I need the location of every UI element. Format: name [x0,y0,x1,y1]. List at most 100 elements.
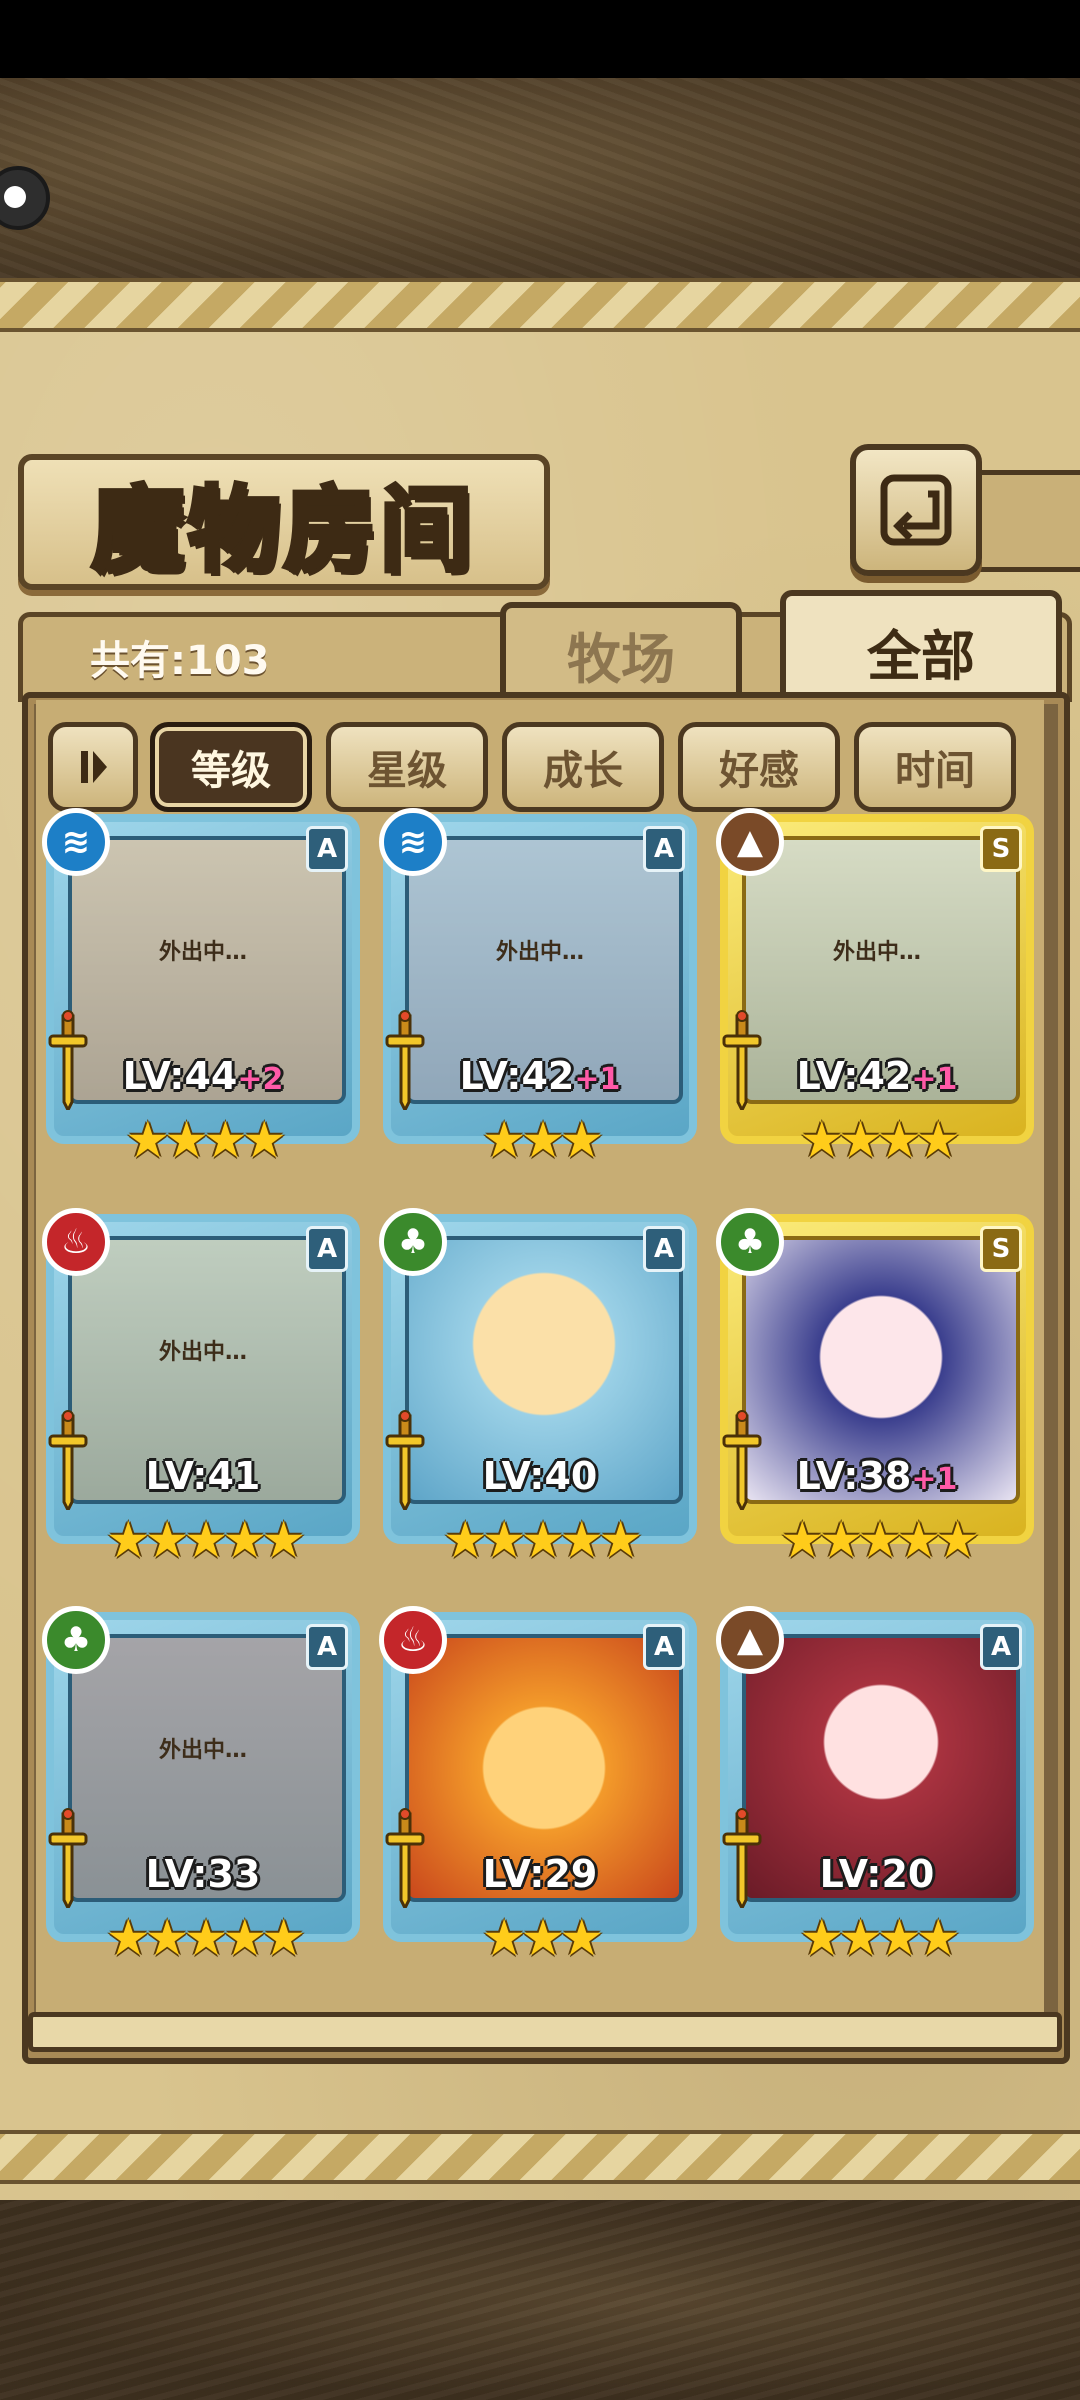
hazard-stripe-bottom [0,2130,1080,2184]
page-title: 魔物房间 [89,473,476,586]
level-label: LV:33 [46,1852,360,1896]
monster-card[interactable]: ♣ A 外出中… LV:33 ★★★★★ [42,1606,360,1974]
star-icon: ★ [241,1111,287,1169]
monster-card[interactable]: ♣ S LV:38+1 ★★★★★ [716,1208,1034,1576]
star-icon: ★ [481,1511,527,1569]
leaf-element-icon: ♣ [379,1208,447,1276]
star-icon: ★ [144,1511,190,1569]
star-icon: ★ [857,1511,903,1569]
map-background-top [0,78,1080,278]
star-icon: ★ [896,1511,941,1569]
away-status-label: 外出中… [832,940,921,965]
monster-card[interactable]: ♨ A 外出中… LV:41 ★★★★★ [42,1208,360,1576]
star-icon: ★ [222,1511,267,1569]
monster-card[interactable]: ♣ A LV:40 ★★★★★ [379,1208,697,1576]
star-icon: ★ [915,1111,961,1169]
star-rating: ★★★ [383,1910,697,1966]
away-status-label: 外出中… [158,1738,247,1763]
status-bar [0,0,1080,78]
leaf-element-icon: ♣ [716,1208,784,1276]
leaf-element-icon: ♣ [42,1606,110,1674]
star-icon: ★ [877,1909,922,1967]
level-bonus: +1 [574,1062,621,1097]
star-rating: ★★★★★ [383,1512,697,1568]
star-rating: ★★★★★ [720,1512,1034,1568]
star-icon: ★ [520,1909,566,1967]
monster-card[interactable]: ♨ A LV:29 ★★★ [379,1606,697,1974]
star-icon: ★ [183,1511,229,1569]
level-value: LV:29 [482,1852,598,1896]
monster-count: 共有:103 [90,638,270,684]
away-status-label: 外出中… [495,940,584,965]
star-rating: ★★★★★ [46,1910,360,1966]
star-icon: ★ [481,1111,527,1169]
sort-order-icon [81,751,107,783]
star-icon: ★ [877,1111,922,1169]
title-plate: 魔物房间 [18,454,550,590]
tab-ranch[interactable]: 牧场 [500,602,742,700]
star-icon: ★ [261,1511,306,1569]
star-icon: ★ [559,1511,604,1569]
level-value: LV:40 [482,1454,598,1498]
level-label: LV:20 [720,1852,1034,1896]
hazard-stripe-top [0,278,1080,332]
monster-card[interactable]: ▲ A LV:20 ★★★★ [716,1606,1034,1974]
rank-badge: A [306,1624,348,1670]
sort-by-level-button[interactable]: 等级 [150,722,312,812]
rank-badge: A [306,1226,348,1272]
earth-element-icon: ▲ [716,1606,784,1674]
fire-element-icon: ♨ [42,1208,110,1276]
water-element-icon: ≋ [379,808,447,876]
level-label: LV:42+1 [720,1054,1034,1098]
star-icon: ★ [261,1909,306,1967]
level-label: LV:42+1 [383,1054,697,1098]
monster-card[interactable]: ≋ A 外出中… LV:44+2 ★★★★ [42,808,360,1176]
sort-by-affection-button[interactable]: 好感 [678,722,840,812]
panel-footer-bar [28,2012,1062,2052]
rank-badge: S [980,1226,1022,1272]
star-icon: ★ [838,1909,883,1967]
level-value: LV:33 [145,1852,261,1896]
away-status-label: 外出中… [158,940,247,965]
star-icon: ★ [598,1511,643,1569]
star-icon: ★ [838,1111,883,1169]
water-element-icon: ≋ [42,808,110,876]
star-icon: ★ [520,1111,566,1169]
away-status-label: 外出中… [158,1340,247,1365]
star-rating: ★★★★ [720,1910,1034,1966]
star-rating: ★★★★ [720,1112,1034,1168]
monster-card[interactable]: ▲ S 外出中… LV:42+1 ★★★★ [716,808,1034,1176]
sort-by-growth-button[interactable]: 成长 [502,722,664,812]
star-icon: ★ [915,1909,961,1967]
sort-by-stars-button[interactable]: 星级 [326,722,488,812]
level-bonus: +1 [911,1062,958,1097]
level-value: LV:44 [122,1054,238,1098]
fire-element-icon: ♨ [379,1606,447,1674]
back-button[interactable] [850,444,982,576]
star-icon: ★ [442,1511,488,1569]
return-arrow-icon [880,474,952,546]
star-icon: ★ [935,1511,980,1569]
star-icon: ★ [520,1511,566,1569]
earth-element-icon: ▲ [716,808,784,876]
level-value: LV:42 [796,1054,912,1098]
sort-order-toggle[interactable] [48,722,138,812]
star-icon: ★ [799,1111,844,1169]
level-label: LV:41 [46,1454,360,1498]
monster-card[interactable]: ≋ A 外出中… LV:42+1 ★★★ [379,808,697,1176]
star-icon: ★ [183,1909,229,1967]
star-icon: ★ [203,1111,248,1169]
rank-badge: A [980,1624,1022,1670]
star-icon: ★ [222,1909,267,1967]
level-bonus: +1 [911,1462,958,1497]
star-icon: ★ [164,1111,209,1169]
star-icon: ★ [799,1909,844,1967]
rank-badge: A [643,1226,685,1272]
level-bonus: +2 [237,1062,284,1097]
star-rating: ★★★★★ [46,1512,360,1568]
level-value: LV:42 [459,1054,575,1098]
sort-by-time-button[interactable]: 时间 [854,722,1016,812]
level-label: LV:29 [383,1852,697,1896]
tab-all[interactable]: 全部 [780,590,1062,706]
star-icon: ★ [105,1909,151,1967]
